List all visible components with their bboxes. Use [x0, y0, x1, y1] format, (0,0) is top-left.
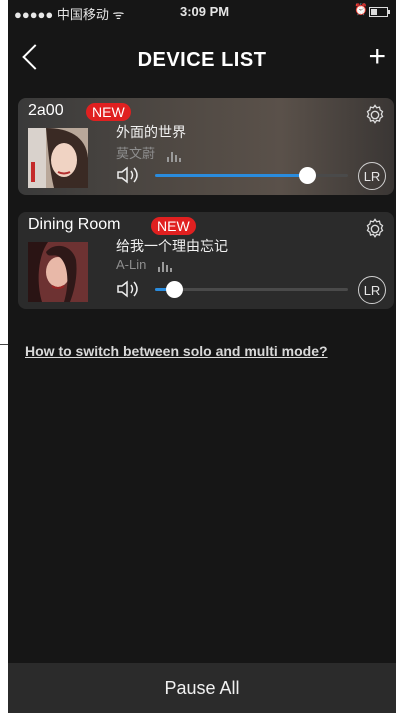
volume-slider[interactable] [155, 167, 348, 184]
artist-label: A-Lin [116, 257, 147, 272]
battery-icon [369, 7, 390, 17]
song-title: 外面的世界 [116, 124, 186, 140]
volume-fill [155, 174, 307, 177]
artist-name: 莫文蔚 [116, 143, 181, 162]
add-device-button[interactable]: + [368, 42, 386, 72]
album-art[interactable] [28, 128, 88, 188]
channel-lr-button[interactable]: LR [358, 276, 386, 304]
gear-icon[interactable] [364, 218, 386, 240]
device-name: 2a00 [28, 102, 64, 119]
device-card[interactable]: Dining Room NEW 给我一个理由忘记 A-Lin LR [18, 212, 394, 309]
volume-knob[interactable] [299, 167, 316, 184]
song-title: 给我一个理由忘记 [116, 238, 228, 254]
speaker-icon[interactable] [116, 279, 142, 299]
alarm-icon: ⏰ [354, 4, 368, 16]
volume-slider[interactable] [155, 281, 348, 298]
pause-all-label: Pause All [164, 677, 240, 698]
gear-icon[interactable] [364, 104, 386, 126]
status-bar: ●●●●● 中国移动 ᯤ 3:09 PM ⏰ [8, 0, 396, 22]
artist-label: 莫文蔚 [116, 146, 156, 161]
pause-all-button[interactable]: Pause All [8, 663, 396, 713]
new-badge: NEW [151, 217, 196, 235]
new-badge: NEW [86, 103, 131, 121]
equalizer-icon [157, 261, 172, 272]
album-art[interactable] [28, 242, 88, 302]
device-name: Dining Room [28, 216, 121, 233]
app-screen: ●●●●● 中国移动 ᯤ 3:09 PM ⏰ DEVICE LIST + 2a0… [8, 0, 396, 713]
artist-name: A-Lin [116, 257, 172, 272]
speaker-icon[interactable] [116, 165, 142, 185]
volume-knob[interactable] [166, 281, 183, 298]
page-title: DEVICE LIST [137, 49, 267, 71]
status-time: 3:09 PM [180, 4, 230, 19]
device-card[interactable]: 2a00 NEW 外面的世界 莫文蔚 LR [18, 98, 394, 195]
channel-lr-button[interactable]: LR [358, 162, 386, 190]
solo-multi-help-link[interactable]: How to switch between solo and multi mod… [25, 343, 328, 359]
equalizer-icon [166, 151, 181, 162]
carrier-label: ●●●●● 中国移动 ᯤ [14, 7, 125, 22]
navigation-bar: DEVICE LIST + [8, 22, 396, 92]
